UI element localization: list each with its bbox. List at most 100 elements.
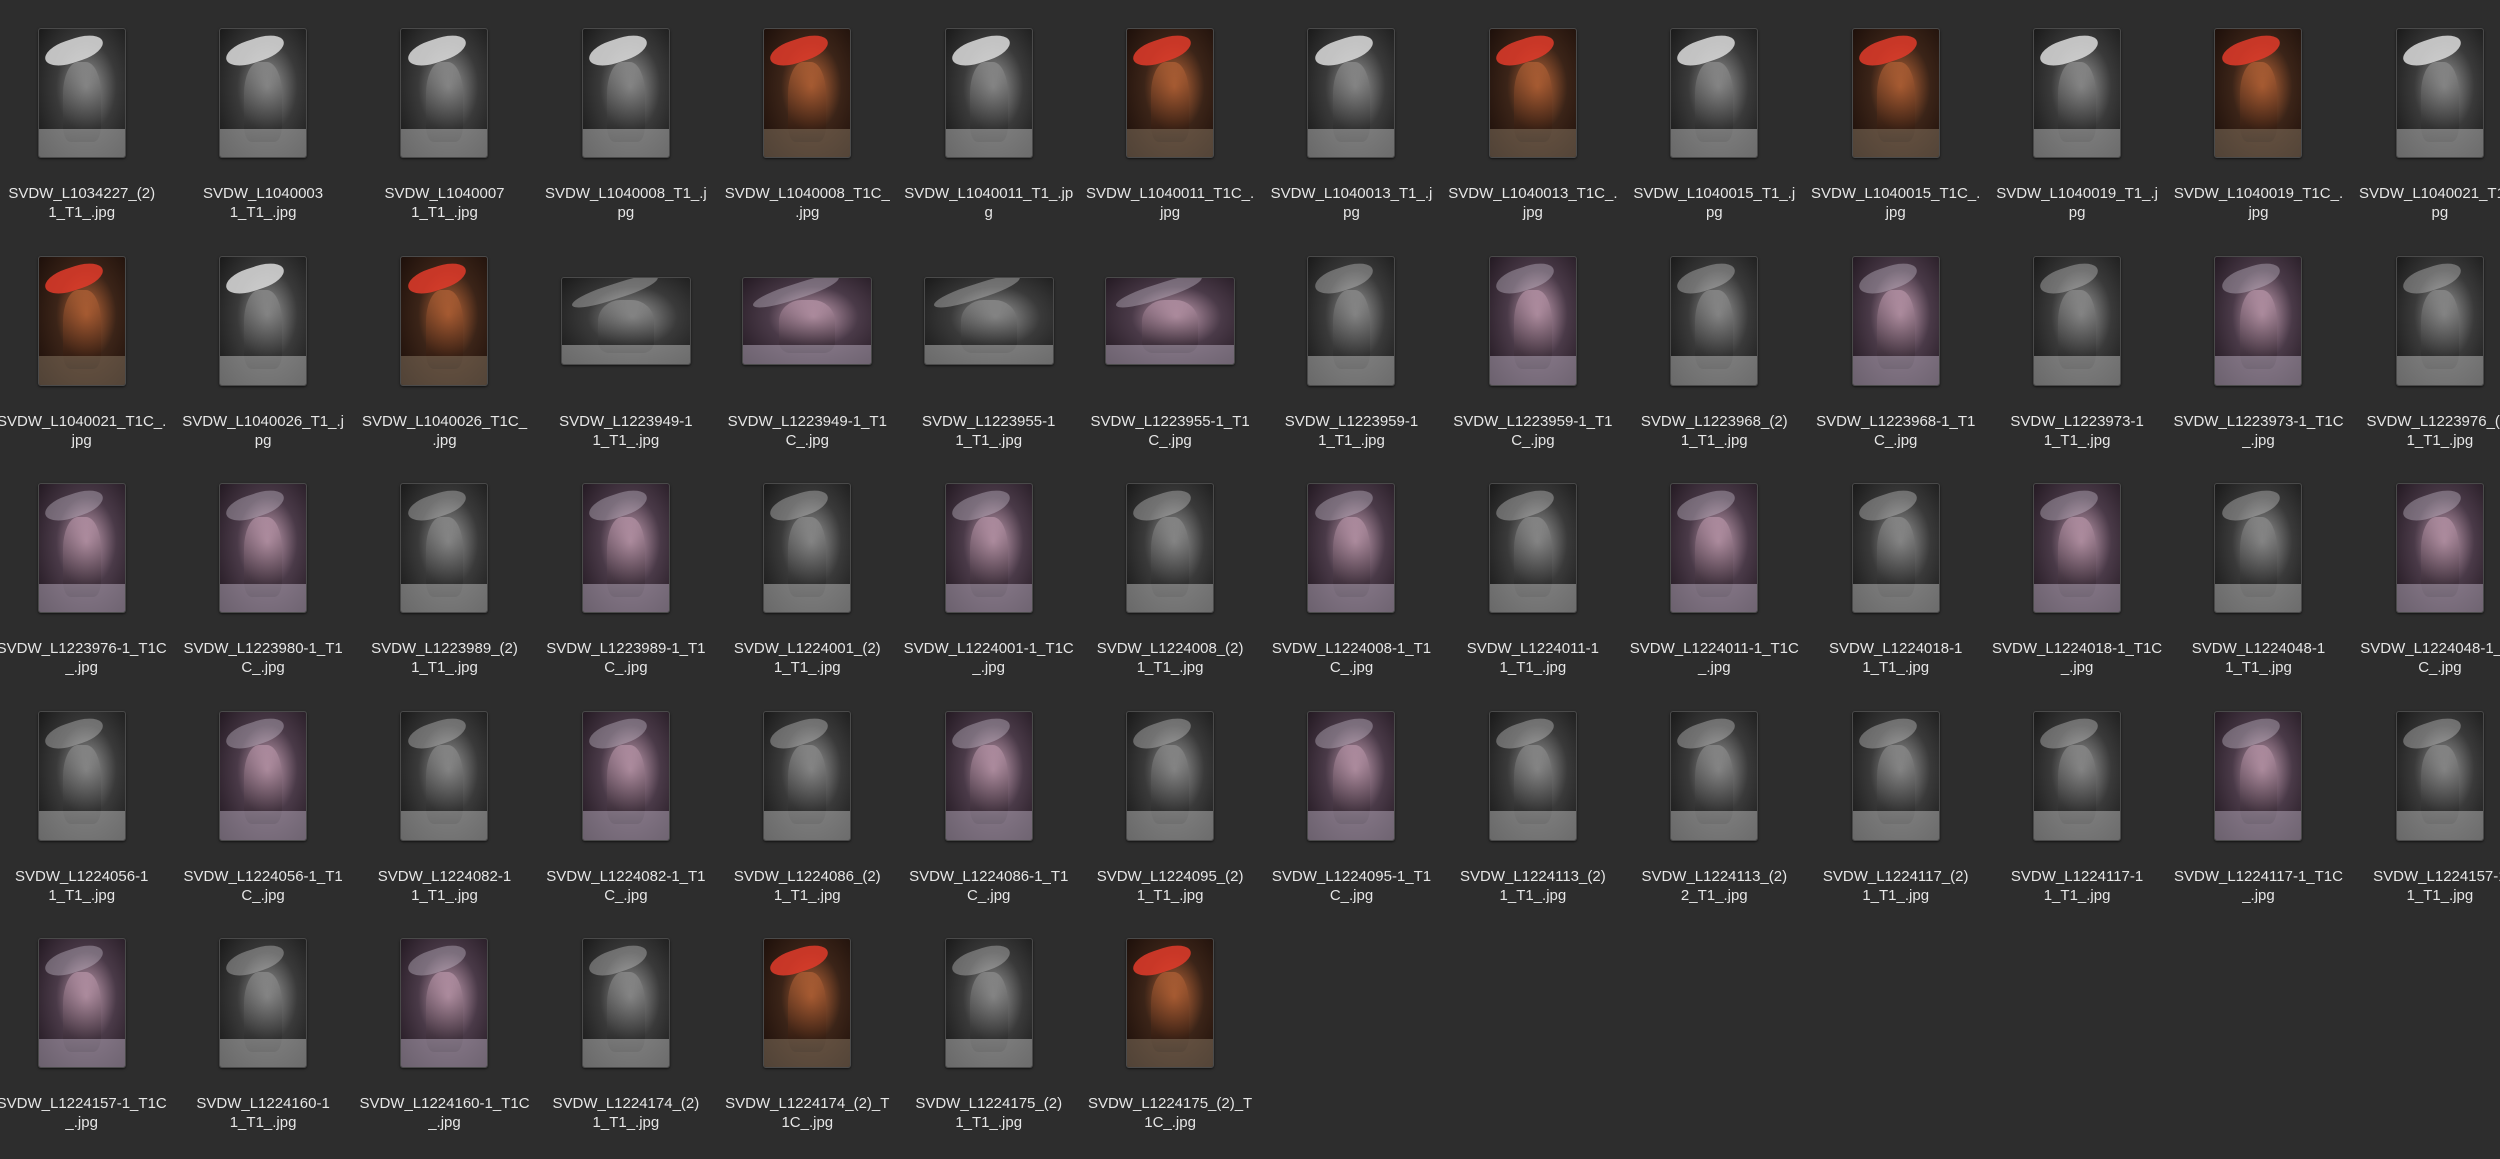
file-thumbnail[interactable] [2395,483,2484,613]
file-item[interactable]: SVDW_L1223973-1 1_T1_.jpg [1986,236,2167,463]
file-thumbnail[interactable] [400,483,489,613]
file-item[interactable]: SVDW_L1040008_T1C_ .jpg [717,8,898,235]
file-thumbnail[interactable] [2033,255,2122,386]
file-thumbnail[interactable] [1126,28,1215,158]
file-thumbnail[interactable] [581,938,670,1068]
file-thumbnail[interactable] [2033,710,2122,841]
file-thumbnail[interactable] [37,938,126,1068]
file-thumbnail[interactable] [2395,28,2484,158]
file-thumbnail[interactable] [400,255,489,386]
file-thumbnail[interactable] [1488,255,1577,386]
file-thumbnail[interactable] [1670,255,1759,386]
file-item[interactable]: SVDW_L1040019_T1_.j pg [1986,8,2167,235]
file-item[interactable]: SVDW_L1040021_T1_.jpg [2349,8,2500,235]
file-item[interactable]: SVDW_L1224117_(2) 1_T1_.jpg [1805,691,1986,918]
file-item[interactable]: SVDW_L1224086-1_T1 C_.jpg [898,691,1079,918]
file-item[interactable]: SVDW_L1040019_T1C_. jpg [2168,8,2349,235]
file-item[interactable]: SVDW_L1224175_(2) 1_T1_.jpg [898,918,1079,1145]
file-item[interactable]: SVDW_L1040011_T1C_. jpg [1079,8,1260,235]
file-item[interactable]: SVDW_L1223968_(2) 1_T1_.jpg [1624,236,1805,463]
file-thumbnail[interactable] [1307,483,1396,613]
file-thumbnail[interactable] [2214,710,2303,841]
file-item[interactable]: SVDW_L1224095_(2) 1_T1_.jpg [1079,691,1260,918]
file-item[interactable]: SVDW_L1224008-1_T1 C_.jpg [1261,463,1442,690]
file-thumbnail[interactable] [1488,28,1577,158]
file-item[interactable]: SVDW_L1223976-1_T1C _.jpg [0,463,172,690]
file-thumbnail[interactable] [1126,710,1215,841]
file-item[interactable]: SVDW_L1040007 1_T1_.jpg [354,8,535,235]
file-thumbnail[interactable] [581,28,670,158]
file-thumbnail[interactable] [581,483,670,613]
file-thumbnail[interactable] [1851,710,1940,841]
file-item[interactable]: SVDW_L1223989_(2) 1_T1_.jpg [354,463,535,690]
file-thumbnail[interactable] [1307,28,1396,158]
file-item[interactable]: SVDW_L1223989-1_T1 C_.jpg [535,463,716,690]
file-thumbnail[interactable] [2214,255,2303,386]
file-item[interactable]: SVDW_L1224001-1_T1C _.jpg [898,463,1079,690]
file-item[interactable]: SVDW_L1223949-1_T1 C_.jpg [717,236,898,463]
file-item[interactable]: SVDW_L1224095-1_T1 C_.jpg [1261,691,1442,918]
file-item[interactable]: SVDW_L1040015_T1_.j pg [1624,8,1805,235]
file-item[interactable]: SVDW_L1224086_(2) 1_T1_.jpg [717,691,898,918]
file-thumbnail[interactable] [219,255,308,386]
file-item[interactable]: SVDW_L1224160-1 1_T1_.jpg [172,918,353,1145]
file-thumbnail[interactable] [1105,276,1236,365]
file-item[interactable]: SVDW_L1224048-1_T1 C_.jpg [2349,463,2500,690]
file-thumbnail[interactable] [1851,28,1940,158]
file-thumbnail[interactable] [1851,483,1940,613]
file-item[interactable]: SVDW_L1223980-1_T1 C_.jpg [172,463,353,690]
file-item[interactable]: SVDW_L1040021_T1C_. jpg [0,236,172,463]
file-thumbnail[interactable] [219,938,308,1068]
file-thumbnail[interactable] [1488,710,1577,841]
file-item[interactable]: SVDW_L1223973-1_T1C _.jpg [2168,236,2349,463]
file-thumbnail[interactable] [1670,483,1759,613]
file-item[interactable]: SVDW_L1224157-1_T1C _.jpg [0,918,172,1145]
file-item[interactable]: SVDW_L1040026_T1_.j pg [172,236,353,463]
file-thumbnail[interactable] [1307,710,1396,841]
file-thumbnail[interactable] [219,28,308,158]
file-item[interactable]: SVDW_L1224056-1_T1 C_.jpg [172,691,353,918]
file-thumbnail[interactable] [400,938,489,1068]
file-thumbnail[interactable] [2214,483,2303,613]
file-thumbnail[interactable] [2033,483,2122,613]
file-item[interactable]: SVDW_L1224160-1_T1C _.jpg [354,918,535,1145]
file-thumbnail[interactable] [1126,483,1215,613]
file-thumbnail[interactable] [1851,255,1940,386]
file-item[interactable]: SVDW_L1224113_(2) 2_T1_.jpg [1624,691,1805,918]
file-item[interactable]: SVDW_L1224082-1 1_T1_.jpg [354,691,535,918]
file-thumbnail[interactable] [37,710,126,841]
file-item[interactable]: SVDW_L1224048-1 1_T1_.jpg [2168,463,2349,690]
file-thumbnail[interactable] [581,710,670,841]
file-item[interactable]: SVDW_L1040015_T1C_. jpg [1805,8,1986,235]
file-thumbnail[interactable] [560,276,691,365]
file-item[interactable]: SVDW_L1224008_(2) 1_T1_.jpg [1079,463,1260,690]
file-item[interactable]: SVDW_L1040026_T1C_ .jpg [354,236,535,463]
file-item[interactable]: SVDW_L1040011_T1_.jp g [898,8,1079,235]
file-thumbnail[interactable] [763,710,852,841]
file-thumbnail[interactable] [944,938,1033,1068]
file-thumbnail[interactable] [1670,28,1759,158]
file-item[interactable]: SVDW_L1224113_(2) 1_T1_.jpg [1442,691,1623,918]
file-thumbnail[interactable] [219,710,308,841]
file-thumbnail[interactable] [944,28,1033,158]
file-item[interactable]: SVDW_L1224011-1_T1C _.jpg [1624,463,1805,690]
file-thumbnail[interactable] [923,276,1054,365]
file-item[interactable]: SVDW_L1224082-1_T1 C_.jpg [535,691,716,918]
file-thumbnail[interactable] [37,483,126,613]
file-item[interactable]: SVDW_L1224174_(2)_T 1C_.jpg [717,918,898,1145]
file-item[interactable]: SVDW_L1224157-1 1_T1_.jpg [2349,691,2500,918]
file-thumbnail[interactable] [1307,255,1396,386]
file-item[interactable]: SVDW_L1223955-1_T1 C_.jpg [1079,236,1260,463]
file-item[interactable]: SVDW_L1224175_(2)_T 1C_.jpg [1079,918,1260,1145]
file-item[interactable]: SVDW_L1040008_T1_.j pg [535,8,716,235]
file-thumbnail[interactable] [763,483,852,613]
file-item[interactable]: SVDW_L1224117-1 1_T1_.jpg [1986,691,2167,918]
file-item[interactable]: SVDW_L1223949-1 1_T1_.jpg [535,236,716,463]
file-item[interactable]: SVDW_L1224174_(2) 1_T1_.jpg [535,918,716,1145]
file-thumbnail[interactable] [219,483,308,613]
file-item[interactable]: SVDW_L1224056-1 1_T1_.jpg [0,691,172,918]
file-thumbnail[interactable] [2033,28,2122,158]
file-thumbnail[interactable] [1126,938,1215,1068]
file-thumbnail[interactable] [763,938,852,1068]
file-thumbnail[interactable] [944,710,1033,841]
